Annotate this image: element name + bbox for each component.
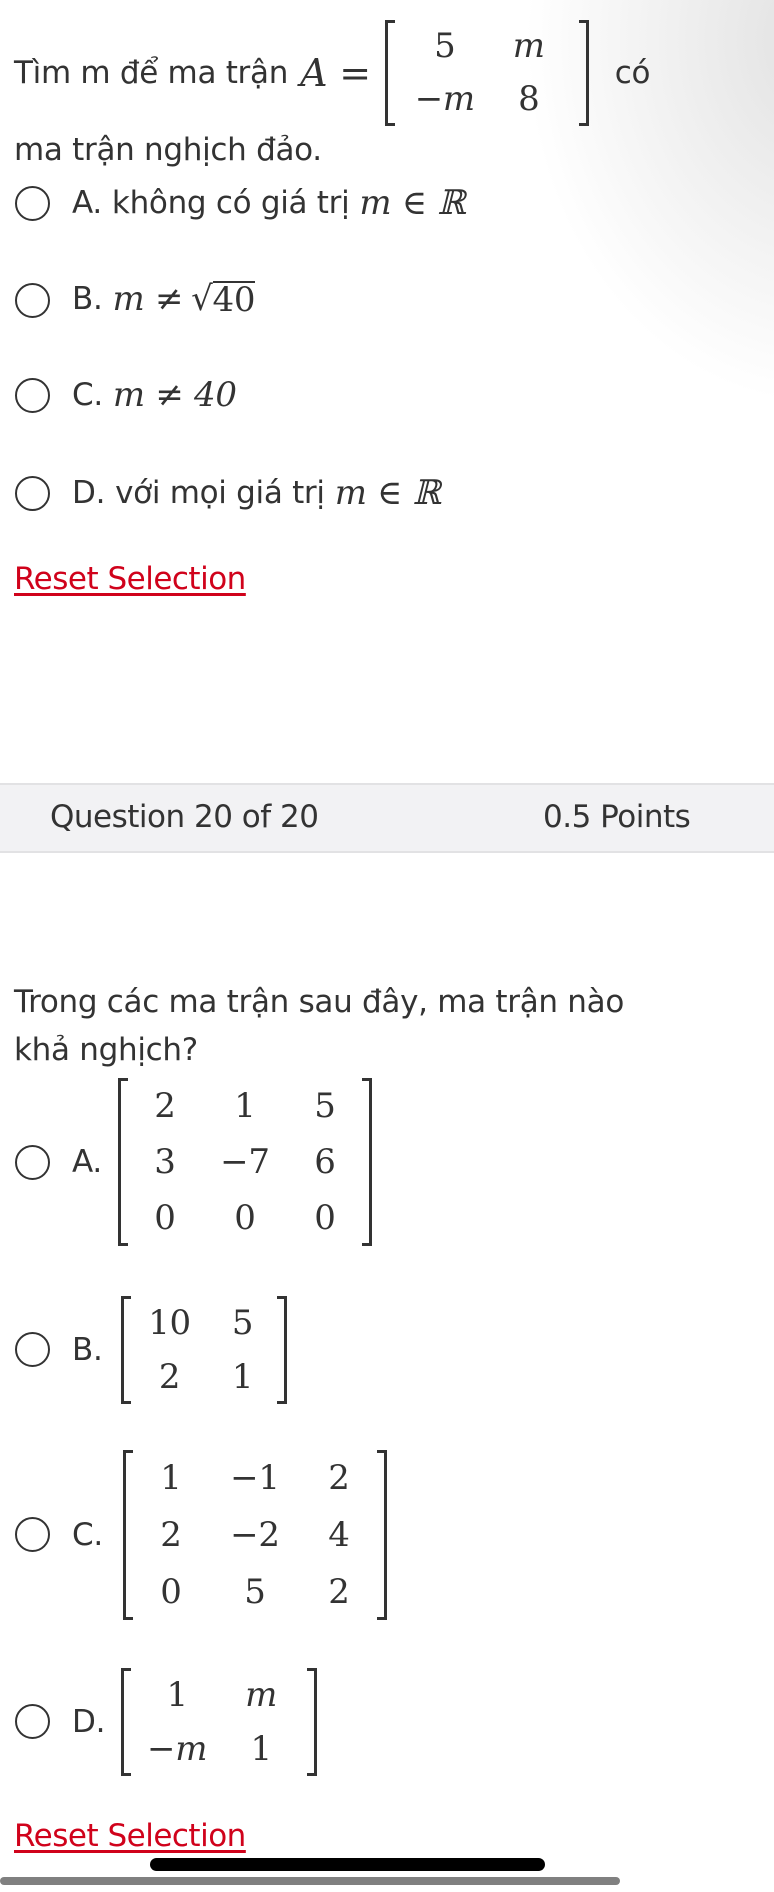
option-math: m ∈ ℝ	[359, 183, 466, 223]
horizontal-scrollbar[interactable]	[0, 1877, 620, 1885]
option-text: với mọi giá trị	[115, 475, 325, 511]
option-matrix: 2 1 5 3 −7 6 0 0 0	[117, 1078, 372, 1246]
question-20-prompt-line2: khả nghịch?	[14, 1032, 198, 1068]
sqrt-argument: 40	[212, 280, 256, 320]
matrix-cell: 2	[160, 1515, 182, 1555]
matrix-cell: 5	[244, 1572, 266, 1612]
right-bracket	[361, 1078, 372, 1246]
sqrt-symbol: √	[191, 279, 213, 319]
q20-option-d[interactable]: D. 1 m −m 1	[72, 1668, 318, 1776]
matrix-cell: 0	[314, 1198, 336, 1238]
right-bracket	[276, 1296, 287, 1404]
matrix-cell: 5	[231, 1303, 254, 1343]
left-bracket	[384, 20, 395, 126]
radio-q20-option-c[interactable]	[15, 1517, 50, 1552]
option-math: m ≠	[112, 279, 184, 319]
left-bracket	[121, 1668, 132, 1776]
matrix-cell: −m	[147, 1729, 208, 1769]
matrix-cell: 0	[154, 1198, 176, 1238]
option-label: B.	[72, 281, 103, 317]
option-matrix: 1 −1 2 2 −2 4 0 5 2	[122, 1450, 387, 1620]
option-label: A.	[72, 1144, 102, 1180]
matrix-cell: m	[245, 1675, 278, 1715]
matrix-cell: −m	[414, 79, 475, 119]
home-indicator	[150, 1858, 545, 1871]
radio-q19-option-d[interactable]	[15, 476, 50, 511]
matrix-cell: 2	[328, 1572, 350, 1612]
matrix-cell: 1	[166, 1675, 188, 1715]
matrix-cell: m	[512, 26, 545, 66]
matrix-cell: 1	[234, 1086, 256, 1126]
left-bracket	[122, 1450, 133, 1620]
question-19-prompt: Tìm m để ma trận A = 5 m −m 8 có	[14, 20, 650, 126]
left-bracket	[117, 1078, 128, 1246]
matrix-cell: 2	[158, 1357, 181, 1397]
option-label: B.	[72, 1332, 103, 1368]
q19-option-c[interactable]: C. m ≠ 40	[72, 373, 237, 417]
matrix-cell: 2	[154, 1086, 176, 1126]
matrix-cell: 3	[154, 1142, 176, 1182]
matrix-cell: −7	[220, 1142, 270, 1182]
matrix-cell: 8	[518, 79, 540, 119]
matrix-cell: 1	[231, 1357, 254, 1397]
option-label: C.	[72, 377, 103, 413]
equals-sign: =	[339, 51, 371, 95]
matrix-cell: 6	[314, 1142, 336, 1182]
q19-option-a[interactable]: A. không có giá trị m ∈ ℝ	[72, 182, 465, 224]
radio-q19-option-c[interactable]	[15, 378, 50, 413]
matrix-cell: 1	[160, 1458, 182, 1498]
matrix-cell: 4	[328, 1515, 350, 1555]
q20-option-b[interactable]: B. 10 5 2 1	[72, 1296, 287, 1404]
right-bracket	[307, 1668, 318, 1776]
right-bracket	[578, 20, 589, 126]
question-19-prompt-line2: ma trận nghịch đảo.	[14, 132, 322, 168]
question-counter: Question 20 of 20	[50, 799, 319, 835]
radio-q20-option-d[interactable]	[15, 1704, 50, 1739]
matrix-cell: 5	[314, 1086, 336, 1126]
matrix-cell: 0	[234, 1198, 256, 1238]
q20-option-c[interactable]: C. 1 −1 2 2 −2 4 0 5 2	[72, 1450, 387, 1620]
matrix-cell: 5	[434, 26, 456, 66]
prompt-before: Tìm m để ma trận	[14, 55, 289, 91]
option-matrix: 1 m −m 1	[121, 1668, 318, 1776]
prompt-after: có	[614, 55, 651, 91]
q19-option-b[interactable]: B. m ≠ √ 40	[72, 276, 256, 322]
matrix-cell: −2	[230, 1515, 280, 1555]
reset-selection-link-q19[interactable]: Reset Selection	[14, 561, 246, 597]
matrix-cell: 10	[148, 1303, 191, 1343]
reset-selection-link-q20[interactable]: Reset Selection	[14, 1818, 246, 1854]
option-label: D.	[72, 475, 106, 511]
matrix-cell: 2	[328, 1458, 350, 1498]
matrix-cell: 1	[250, 1729, 272, 1769]
question-points: 0.5 Points	[543, 799, 691, 835]
radio-q19-option-a[interactable]	[15, 186, 50, 221]
radio-q19-option-b[interactable]	[15, 283, 50, 318]
matrix-cell: 0	[160, 1572, 182, 1612]
matrix-cell: −1	[230, 1458, 280, 1498]
right-bracket	[376, 1450, 387, 1620]
q20-option-a[interactable]: A. 2 1 5 3 −7 6 0 0 0	[72, 1078, 372, 1246]
question-header-bar: Question 20 of 20 0.5 Points	[0, 783, 774, 853]
question-20-prompt-line1: Trong các ma trận sau đây, ma trận nào	[14, 984, 625, 1020]
radio-q20-option-b[interactable]	[15, 1332, 50, 1367]
left-bracket	[120, 1296, 131, 1404]
option-matrix: 10 5 2 1	[120, 1296, 287, 1404]
option-label: A.	[72, 185, 102, 221]
option-text: không có giá trị	[111, 185, 350, 221]
radio-q20-option-a[interactable]	[15, 1145, 50, 1180]
matrix-A: 5 m −m 8	[384, 20, 589, 126]
option-math: m ∈ ℝ	[334, 473, 441, 513]
q19-option-d[interactable]: D. với mọi giá trị m ∈ ℝ	[72, 472, 441, 514]
option-math: m ≠ 40	[112, 375, 237, 415]
option-label: D.	[72, 1704, 106, 1740]
matrix-name: A	[300, 51, 328, 95]
option-label: C.	[72, 1517, 103, 1553]
